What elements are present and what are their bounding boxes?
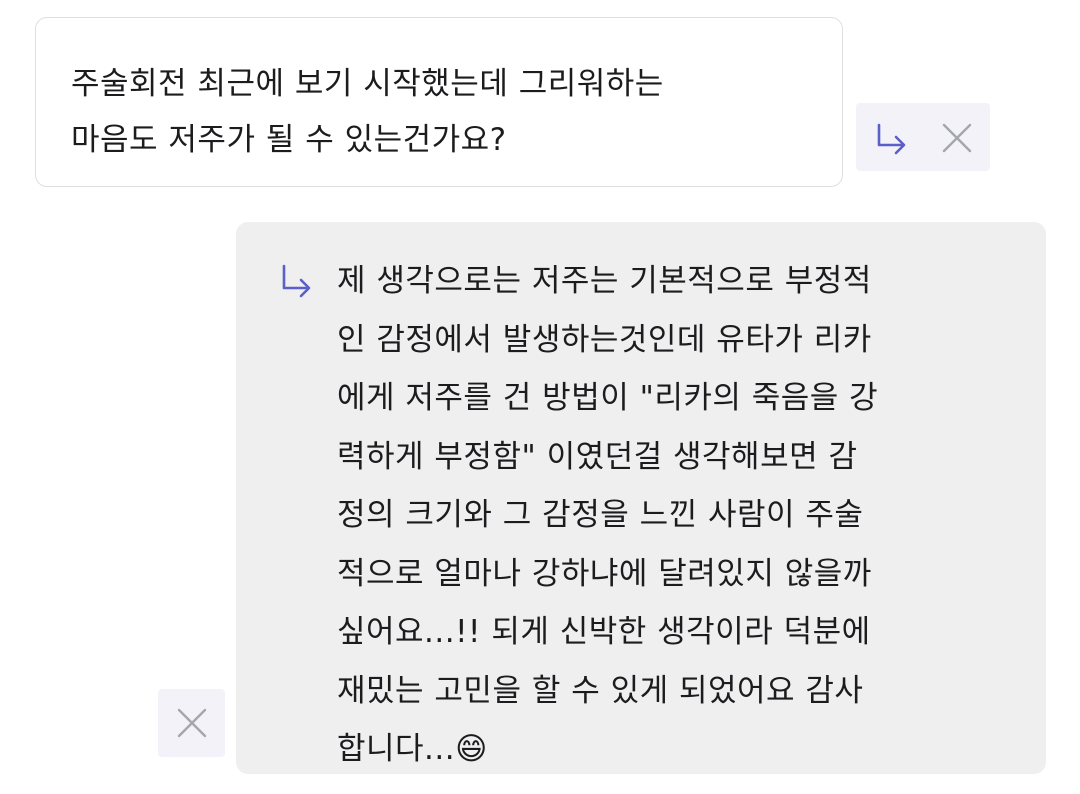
- close-icon[interactable]: [941, 122, 973, 154]
- reply-arrow-icon[interactable]: [875, 121, 909, 155]
- close-icon[interactable]: [176, 707, 208, 739]
- reply-arrow-icon: [282, 264, 311, 298]
- question-card: 주술회전 최근에 보기 시작했는데 그리워하는 마음도 저주가 될 수 있는건가…: [35, 17, 843, 187]
- answer-actions: [158, 689, 225, 757]
- question-actions: [856, 103, 990, 171]
- question-text: 주술회전 최근에 보기 시작했는데 그리워하는 마음도 저주가 될 수 있는건가…: [71, 66, 664, 158]
- answer-card: 제 생각으로는 저주는 기본적으로 부정적 인 감정에서 발생하는것인데 유타가…: [236, 222, 1046, 774]
- answer-text: 제 생각으로는 저주는 기본적으로 부정적 인 감정에서 발생하는것인데 유타가…: [337, 263, 879, 767]
